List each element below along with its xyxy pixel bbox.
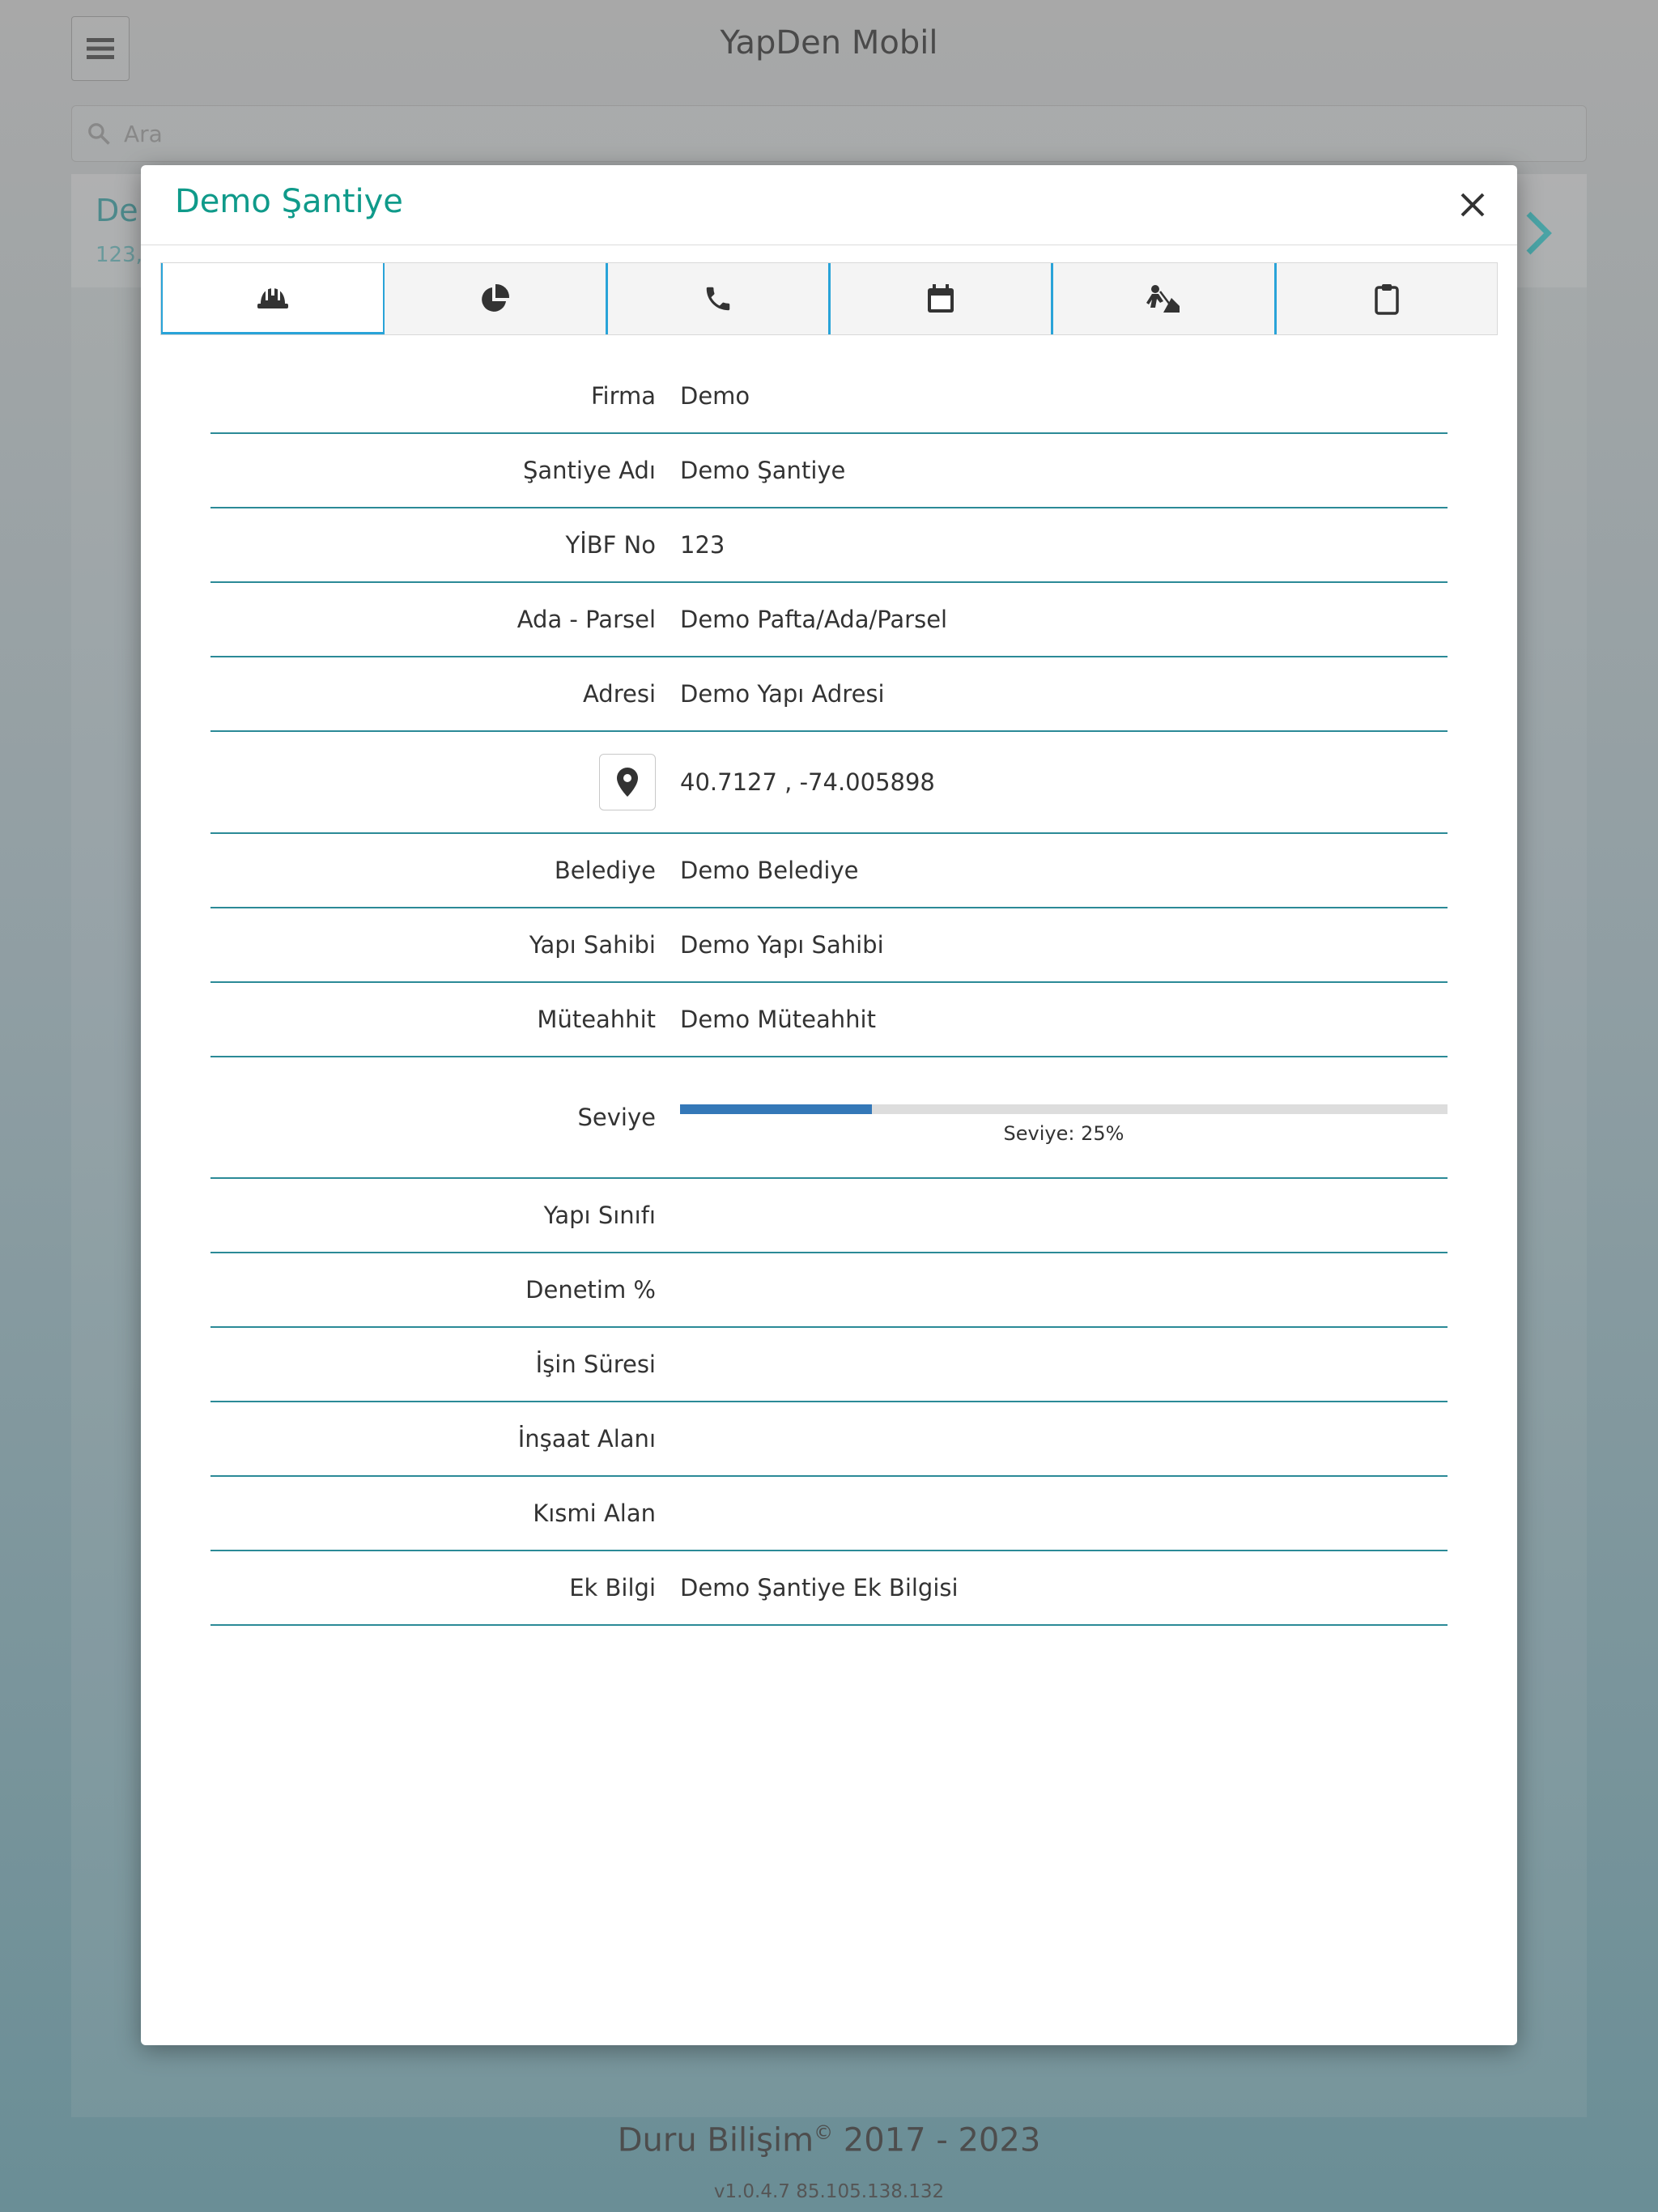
search-bar[interactable] [71, 105, 1587, 162]
chevron-right-icon[interactable] [1522, 209, 1554, 261]
tab-contacts[interactable] [605, 263, 828, 334]
site-form: Firma Demo Şantiye Adı Demo Şantiye YİBF… [210, 359, 1448, 1626]
field-label: İşin Süresi [535, 1351, 656, 1378]
field-yapi-sinifi: Yapı Sınıfı [210, 1179, 1448, 1253]
field-value: Demo Şantiye Ek Bilgisi [680, 1574, 959, 1602]
tab-bar [160, 262, 1498, 335]
tab-workers[interactable] [1051, 263, 1274, 334]
clipboard-icon [1375, 284, 1399, 315]
field-konum: 40.7127 , -74.005898 [210, 732, 1448, 834]
list-item-subtitle: 123, [96, 243, 142, 267]
tab-reports[interactable] [1273, 263, 1497, 334]
close-button[interactable] [1452, 185, 1493, 225]
field-yibf-no: YİBF No 123 [210, 508, 1448, 583]
field-label: YİBF No [565, 531, 657, 559]
field-santiye-adi: Şantiye Adı Demo Şantiye [210, 434, 1448, 508]
field-label: Yapı Sınıfı [543, 1202, 656, 1229]
tab-general[interactable] [161, 263, 385, 334]
field-label: Denetim % [525, 1276, 656, 1304]
field-value: Demo Pafta/Ada/Parsel [680, 606, 948, 633]
tab-stats[interactable] [385, 263, 606, 334]
calendar-icon [928, 284, 954, 313]
close-icon [1460, 193, 1485, 217]
field-ek-bilgi: Ek Bilgi Demo Şantiye Ek Bilgisi [210, 1551, 1448, 1626]
search-input[interactable] [122, 119, 1502, 148]
field-insaat-alani: İnşaat Alanı [210, 1402, 1448, 1477]
tab-calendar[interactable] [827, 263, 1052, 334]
field-yapi-sahibi: Yapı Sahibi Demo Yapı Sahibi [210, 908, 1448, 983]
field-label: Şantiye Adı [522, 457, 656, 484]
field-label [210, 754, 680, 810]
level-progress: Seviye: 25% [680, 1093, 1448, 1145]
map-marker-icon [617, 768, 638, 797]
field-value: Demo [680, 382, 750, 410]
footer-title: Duru Bilişim© 2017 - 2023 [617, 2121, 1041, 2159]
field-value: Demo Yapı Sahibi [680, 931, 884, 959]
footer-version: v1.0.4.7 85.105.138.132 [713, 2181, 945, 2202]
field-value: Demo Yapı Adresi [680, 680, 885, 708]
field-label: İnşaat Alanı [517, 1425, 656, 1453]
field-label: Müteahhit [537, 1006, 656, 1033]
field-label: Ada - Parsel [517, 606, 656, 633]
field-kismi-alan: Kısmi Alan [210, 1477, 1448, 1551]
field-label: Belediye [554, 857, 656, 884]
field-isin-suresi: İşin Süresi [210, 1328, 1448, 1402]
field-belediye: Belediye Demo Belediye [210, 834, 1448, 908]
field-label: Ek Bilgi [569, 1574, 656, 1602]
field-ada-parsel: Ada - Parsel Demo Pafta/Ada/Parsel [210, 583, 1448, 657]
pie-chart-icon [482, 283, 510, 312]
field-value: 40.7127 , -74.005898 [680, 768, 935, 796]
modal-header: Demo Şantiye [141, 165, 1517, 245]
field-seviye: Seviye Seviye: 25% [210, 1057, 1448, 1179]
field-label: Firma [590, 382, 656, 410]
field-value: 123 [680, 531, 725, 559]
field-label: Adresi [582, 680, 656, 708]
field-adresi: Adresi Demo Yapı Adresi [210, 657, 1448, 732]
worker-icon [1146, 285, 1180, 313]
field-firma: Firma Demo [210, 359, 1448, 434]
phone-icon [706, 287, 730, 311]
app-title: YapDen Mobil [720, 24, 938, 62]
progress-track [680, 1104, 1448, 1114]
progress-text: Seviye: 25% [1003, 1122, 1124, 1145]
list-item-title: De [96, 193, 138, 228]
field-label: Seviye [577, 1104, 656, 1131]
progress-fill [680, 1104, 872, 1114]
field-value: Demo Müteahhit [680, 1006, 876, 1033]
field-label: Yapı Sahibi [529, 931, 656, 959]
modal-title: Demo Şantiye [175, 183, 403, 220]
field-denetim: Denetim % [210, 1253, 1448, 1328]
site-detail-modal: Demo Şantiye Firma Demo Şantiye Adı Demo… [141, 165, 1517, 2045]
field-label: Kısmi Alan [533, 1499, 656, 1527]
search-icon [87, 121, 111, 146]
location-button[interactable] [599, 754, 656, 810]
field-value: Demo Belediye [680, 857, 859, 884]
field-value: Demo Şantiye [680, 457, 846, 484]
helmet-icon [257, 285, 289, 308]
field-muteahhit: Müteahhit Demo Müteahhit [210, 983, 1448, 1057]
